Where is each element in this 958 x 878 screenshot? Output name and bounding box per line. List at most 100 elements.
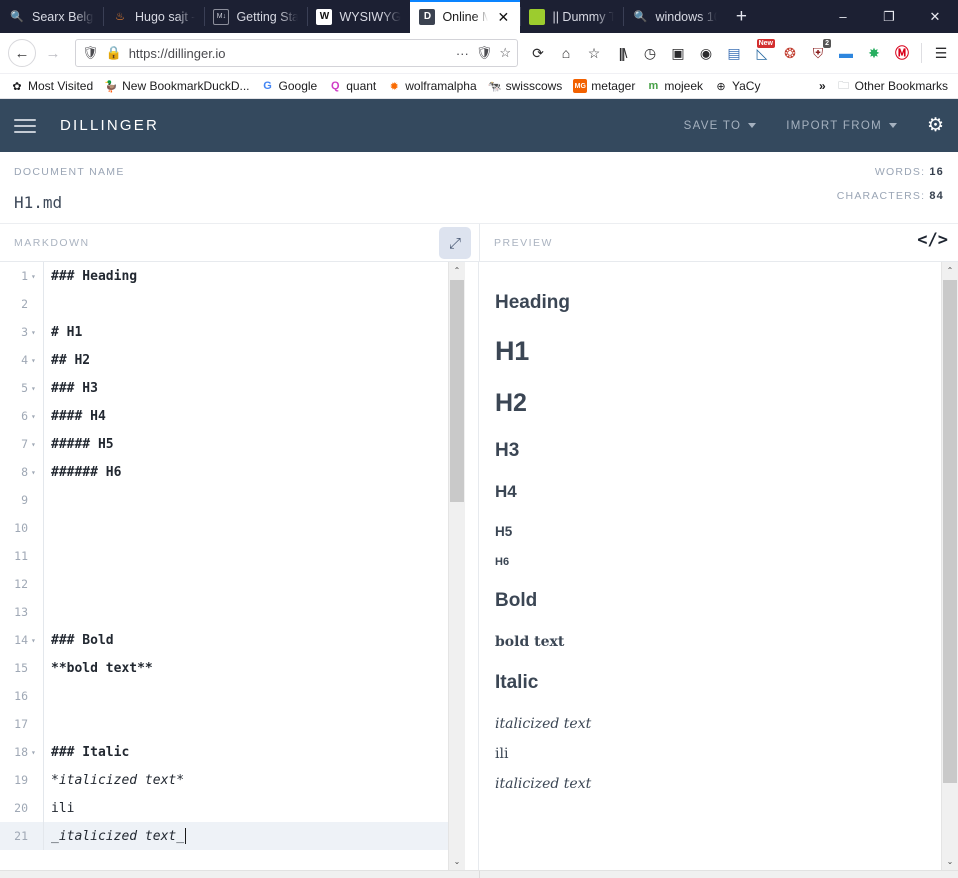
- hamburger-icon[interactable]: [14, 118, 36, 133]
- other-bookmarks-folder[interactable]: 🗀 Other Bookmarks: [833, 77, 952, 95]
- color-wheel-icon[interactable]: ✸: [861, 39, 887, 67]
- editor-line[interactable]: 20 ili: [0, 794, 448, 822]
- preview-horizontal-scrollbar[interactable]: ‹ ›: [479, 871, 958, 878]
- fold-toggle-icon[interactable]: ▾: [31, 272, 39, 281]
- scroll-down-icon[interactable]: ⌄: [449, 853, 465, 870]
- ellipsis-icon[interactable]: ···: [456, 46, 469, 61]
- code-brackets-icon[interactable]: </>: [917, 230, 948, 250]
- google-g-icon: G: [263, 80, 272, 92]
- browser-tab-getting-started[interactable]: M↓ Getting Started: [204, 0, 307, 33]
- fold-toggle-icon[interactable]: ▾: [31, 356, 39, 365]
- editor-vertical-scrollbar[interactable]: ⌃ ⌄: [448, 262, 465, 870]
- save-to-pocket-icon[interactable]: ☆: [581, 39, 607, 67]
- address-bar[interactable]: 🛡 🔒 https://dillinger.io ··· 🛡 ☆: [75, 39, 518, 67]
- bookmark-most-visited[interactable]: ✿ Most Visited: [6, 77, 97, 95]
- editor-line[interactable]: 10: [0, 514, 448, 542]
- editor-line[interactable]: 6 ▾ #### H4: [0, 402, 448, 430]
- editor-line[interactable]: 8 ▾ ###### H6: [0, 458, 448, 486]
- bookmark-mojeek[interactable]: m mojeek: [642, 77, 707, 95]
- scroll-left-icon[interactable]: ‹: [480, 871, 497, 878]
- editor-line[interactable]: 2: [0, 290, 448, 318]
- fold-toggle-icon[interactable]: ▾: [31, 412, 39, 421]
- scroll-up-icon[interactable]: ⌃: [449, 262, 465, 279]
- editor-line[interactable]: 13: [0, 598, 448, 626]
- fold-toggle-icon[interactable]: ▾: [31, 468, 39, 477]
- gear-icon[interactable]: ⚙: [927, 116, 944, 135]
- app-menu-icon[interactable]: ☰: [928, 39, 954, 67]
- browser-tab-hugo[interactable]: ♨ Hugo sajt -: [103, 0, 204, 33]
- sidebar-icon[interactable]: ▣: [665, 39, 691, 67]
- editor-line[interactable]: 1 ▾ ### Heading: [0, 262, 448, 290]
- shield-icon[interactable]: 🛡: [82, 45, 99, 61]
- editor-line[interactable]: 5 ▾ ### H3: [0, 374, 448, 402]
- star-icon[interactable]: ☆: [499, 45, 511, 61]
- editor-line[interactable]: 21 _italicized text_: [0, 822, 448, 850]
- fold-toggle-icon[interactable]: ▾: [31, 328, 39, 337]
- back-button[interactable]: ←: [8, 39, 36, 67]
- bookmarks-overflow-button[interactable]: »: [815, 77, 830, 95]
- editor-line[interactable]: 16: [0, 682, 448, 710]
- scrapbook-new-icon[interactable]: ◺ New: [749, 39, 775, 67]
- editor-line[interactable]: 4 ▾ ## H2: [0, 346, 448, 374]
- save-to-menu[interactable]: SAVE TO: [684, 120, 757, 132]
- window-close-button[interactable]: ✕: [912, 0, 958, 33]
- bookmark-metager[interactable]: MG metager: [569, 77, 639, 95]
- fold-toggle-icon[interactable]: ▾: [31, 440, 39, 449]
- bookmark-wolframalpha[interactable]: ✹ wolframalpha: [383, 77, 480, 95]
- preview-vertical-scrollbar[interactable]: ⌃ ⌄: [941, 262, 958, 870]
- scroll-right-icon[interactable]: ›: [941, 871, 958, 878]
- editor-line[interactable]: 15 **bold text**: [0, 654, 448, 682]
- close-icon[interactable]: ✕: [497, 10, 511, 24]
- mega-icon[interactable]: Ⓜ: [889, 39, 915, 67]
- padlock-icon[interactable]: 🔒: [106, 45, 122, 61]
- browser-tab-dummy[interactable]: || Dummy T: [520, 0, 623, 33]
- preview-scroll-thumb[interactable]: [943, 280, 957, 783]
- browser-tab-windows10[interactable]: 🔍 windows 10: [623, 0, 726, 33]
- document-name-value[interactable]: H1.md: [14, 193, 125, 212]
- editor-line[interactable]: 3 ▾ # H1: [0, 318, 448, 346]
- import-from-menu[interactable]: IMPORT FROM: [786, 120, 897, 132]
- editor-line[interactable]: 19 *italicized text*: [0, 766, 448, 794]
- editor-line[interactable]: 14 ▾ ### Bold: [0, 626, 448, 654]
- browser-tab-wysiwyg[interactable]: W WYSIWYG -: [307, 0, 410, 33]
- scroll-down-icon[interactable]: ⌄: [942, 853, 958, 870]
- browser-tab-dillinger[interactable]: D Online M ✕: [410, 0, 521, 33]
- bookmark-google[interactable]: G Google: [257, 77, 322, 95]
- browser-tab-searx[interactable]: 🔍 Searx Belgium: [0, 0, 103, 33]
- home-icon[interactable]: ⌂: [553, 39, 579, 67]
- editor-horizontal-scrollbar[interactable]: ‹ ›: [0, 871, 479, 878]
- markdown-editor-pane[interactable]: 1 ▾ ### Heading 2 3 ▾ # H1 4 ▾ ## H2 5 ▾ ### H3 6 ▾ ###…: [0, 262, 479, 870]
- editor-line[interactable]: 17: [0, 710, 448, 738]
- floppy-save-icon[interactable]: ▤: [721, 39, 747, 67]
- video-download-icon[interactable]: ▬: [833, 39, 859, 67]
- editor-line[interactable]: 12: [0, 570, 448, 598]
- pocket-icon[interactable]: 🛡: [476, 45, 493, 61]
- account-icon[interactable]: ◉: [693, 39, 719, 67]
- fold-toggle-icon[interactable]: ▾: [31, 748, 39, 757]
- new-tab-button[interactable]: +: [726, 0, 756, 33]
- scroll-right-icon[interactable]: ›: [462, 871, 479, 878]
- ublock-origin-icon[interactable]: ⛨ 2: [805, 39, 831, 67]
- history-icon[interactable]: ◷: [637, 39, 663, 67]
- code-editor[interactable]: 1 ▾ ### Heading 2 3 ▾ # H1 4 ▾ ## H2 5 ▾ ### H3 6 ▾ ###…: [0, 262, 448, 870]
- colorpicker-icon[interactable]: ❂: [777, 39, 803, 67]
- window-maximize-button[interactable]: ❐: [866, 0, 912, 33]
- reload-icon[interactable]: ⟳: [525, 39, 551, 67]
- editor-line[interactable]: 9: [0, 486, 448, 514]
- window-minimize-button[interactable]: –: [820, 0, 866, 33]
- expand-arrows-icon[interactable]: ⤢: [439, 227, 471, 259]
- scroll-up-icon[interactable]: ⌃: [942, 262, 958, 279]
- bookmark-qwant[interactable]: Q quant: [324, 77, 380, 95]
- fold-toggle-icon[interactable]: ▾: [31, 384, 39, 393]
- fold-toggle-icon[interactable]: ▾: [31, 636, 39, 645]
- editor-scroll-thumb[interactable]: [450, 280, 464, 502]
- bookmark-swisscows[interactable]: 🐄 swisscows: [484, 77, 567, 95]
- bookmark-duckduckgo[interactable]: 🦆 New BookmarkDuckD...: [100, 77, 253, 95]
- forward-button[interactable]: →: [38, 38, 68, 68]
- bookmark-yacy[interactable]: ⊕ YaCy: [710, 77, 764, 95]
- editor-line[interactable]: 18 ▾ ### Italic: [0, 738, 448, 766]
- scroll-left-icon[interactable]: ‹: [0, 871, 17, 878]
- library-icon[interactable]: |||\: [609, 39, 635, 67]
- editor-line[interactable]: 11: [0, 542, 448, 570]
- editor-line[interactable]: 7 ▾ ##### H5: [0, 430, 448, 458]
